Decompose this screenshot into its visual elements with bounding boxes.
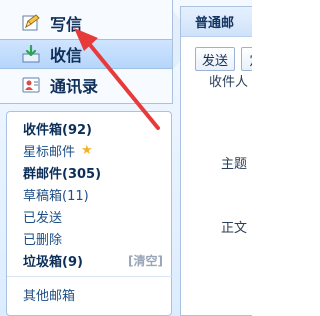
folder-divider <box>7 276 173 277</box>
folder-drafts-label: 草稿箱(11) <box>23 188 89 204</box>
inbox-label: 收信 <box>50 46 83 65</box>
folder-other-mailboxes[interactable]: 其他邮箱 <box>23 283 163 305</box>
contacts-nav-item[interactable]: 通讯录 <box>0 70 172 100</box>
folder-spam[interactable]: 垃圾箱(9) [清空] <box>23 249 163 271</box>
contacts-icon <box>20 74 42 96</box>
folder-group-mail[interactable]: 群邮件(305) <box>23 161 163 183</box>
send-button[interactable]: 发送 <box>195 47 235 71</box>
folder-inbox-label: 收件箱(92) <box>23 122 92 138</box>
main-nav: 写信 收信 通讯录 <box>0 0 173 104</box>
inbox-icon <box>20 43 42 65</box>
to-field-label: 收件人 <box>209 75 249 90</box>
compose-panel: 普通邮 发送 定 收件人 主题 正文 <box>180 6 252 316</box>
compose-header: 普通邮 <box>181 7 252 37</box>
folder-starred[interactable]: 星标邮件 ★ <box>23 139 163 161</box>
save-button[interactable]: 定 <box>241 47 252 71</box>
contacts-label: 通讯录 <box>50 77 99 96</box>
folder-sent-label: 已发送 <box>23 210 63 226</box>
compose-toolbar: 发送 定 <box>181 42 252 72</box>
folder-spam-label: 垃圾箱(9) <box>23 254 83 270</box>
folder-other-mailboxes-label: 其他邮箱 <box>23 288 76 304</box>
folder-list: 收件箱(92) 星标邮件 ★ 群邮件(305) 草稿箱(11) 已发送 已删除 … <box>6 111 173 316</box>
body-field-label: 正文 <box>221 221 248 236</box>
folder-drafts[interactable]: 草稿箱(11) <box>23 183 163 205</box>
clear-spam-link[interactable]: [清空] <box>128 252 163 269</box>
compose-nav-item[interactable]: 写信 <box>0 8 172 38</box>
subject-field-label: 主题 <box>221 157 248 172</box>
folder-group-mail-label: 群邮件(305) <box>23 166 102 182</box>
folder-starred-label: 星标邮件 <box>23 144 76 160</box>
star-icon: ★ <box>81 142 93 158</box>
folder-deleted[interactable]: 已删除 <box>23 227 163 249</box>
folder-sent[interactable]: 已发送 <box>23 205 163 227</box>
inbox-nav-item[interactable]: 收信 <box>0 39 172 69</box>
folder-deleted-label: 已删除 <box>23 232 63 248</box>
compose-label: 写信 <box>50 15 83 34</box>
folder-inbox[interactable]: 收件箱(92) <box>23 117 163 139</box>
pencil-icon <box>20 12 42 34</box>
mail-page: 写信 收信 通讯录 收件箱(92) 星标邮件 ★ 群邮件(305) 草稿箱(11… <box>0 0 252 316</box>
